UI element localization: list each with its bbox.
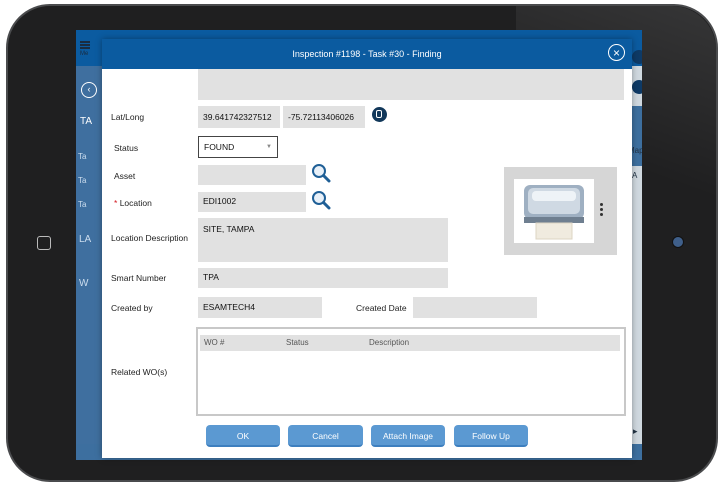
status-label: Status	[114, 143, 139, 153]
created-date-label: Created Date	[356, 303, 407, 313]
latitude-field[interactable]: 39.641742327512	[198, 106, 280, 128]
related-wo-label: Related WO(s)	[111, 367, 168, 377]
location-field[interactable]: EDI1002	[198, 192, 306, 212]
background-circle-icon	[632, 50, 642, 64]
created-date-field[interactable]	[413, 297, 537, 318]
menu-label: Me	[80, 51, 89, 57]
location-description-label: Location Description	[111, 233, 189, 243]
search-icon[interactable]	[311, 190, 331, 210]
ok-button[interactable]: OK	[206, 425, 280, 447]
cancel-button[interactable]: Cancel	[288, 425, 363, 447]
home-button[interactable]	[37, 236, 51, 250]
menu-button[interactable]: Me	[80, 40, 90, 57]
created-by-label: Created by	[111, 303, 153, 313]
background-circle-icon	[632, 80, 642, 94]
location-description-field[interactable]: SITE, TAMPA	[198, 218, 448, 262]
background-cell: A	[632, 171, 638, 180]
related-wo-table[interactable]: WO # Status Description	[196, 327, 626, 416]
wo-column-header: WO #	[204, 338, 225, 347]
finding-dialog: Inspection #1198 - Task #30 - Finding × …	[102, 39, 632, 458]
scrolled-field[interactable]	[198, 69, 624, 100]
status-value: FOUND	[204, 142, 235, 152]
smart-number-field[interactable]: TPA	[198, 268, 448, 288]
chevron-down-icon: ▼	[266, 144, 272, 150]
map-icon[interactable]	[372, 107, 387, 122]
longitude-field[interactable]: -75.72113406026	[283, 106, 365, 128]
chevron-right-icon: ▸	[633, 426, 638, 436]
dialog-header: Inspection #1198 - Task #30 - Finding ×	[102, 39, 632, 69]
dialog-title: Inspection #1198 - Task #30 - Finding	[292, 49, 442, 59]
status-select[interactable]: FOUND ▼	[198, 136, 278, 158]
back-icon[interactable]: ‹	[81, 82, 97, 98]
created-by-field[interactable]: ESAMTECH4	[198, 297, 322, 318]
camera-icon	[672, 236, 684, 248]
location-label-text: Location	[119, 198, 152, 208]
latlong-label: Lat/Long	[111, 112, 145, 122]
wo-column-header: Description	[369, 338, 410, 347]
attach-image-button[interactable]: Attach Image	[371, 425, 445, 447]
asset-label: Asset	[114, 171, 136, 181]
follow-up-button[interactable]: Follow Up	[454, 425, 528, 447]
required-mark: *	[114, 198, 118, 208]
wo-column-header: Status	[286, 338, 309, 347]
smart-number-label: Smart Number	[111, 273, 167, 283]
finding-image[interactable]	[514, 179, 594, 243]
search-icon[interactable]	[311, 163, 331, 183]
paper-towel-dispenser-image	[524, 185, 584, 240]
more-vertical-icon[interactable]	[600, 203, 604, 218]
location-label: * Location	[114, 198, 152, 208]
asset-field[interactable]	[198, 165, 306, 185]
finding-image-panel	[504, 167, 617, 255]
wo-table-header: WO # Status Description	[200, 335, 620, 351]
close-icon[interactable]: ×	[608, 44, 625, 61]
